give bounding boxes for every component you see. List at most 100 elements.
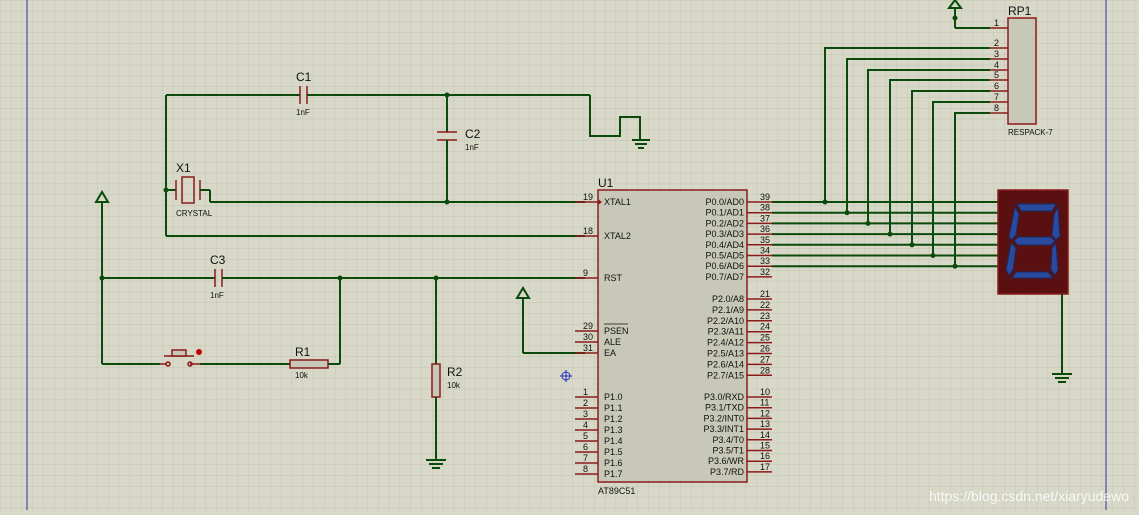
pin-name: P2.4/A12 bbox=[707, 338, 744, 348]
junction bbox=[952, 263, 958, 269]
pin-name: P0.7/AD7 bbox=[705, 272, 744, 282]
pin-number: 17 bbox=[760, 462, 770, 472]
pin-number: 7 bbox=[583, 453, 588, 463]
pin-number: 32 bbox=[760, 267, 770, 277]
pin-name: P3.0/RXD bbox=[704, 392, 745, 402]
r2-value: 10k bbox=[447, 381, 461, 390]
r1-value: 10k bbox=[295, 371, 309, 380]
c1-value: 1nF bbox=[296, 108, 310, 117]
pin-number: 12 bbox=[760, 408, 770, 418]
pin-number: 8 bbox=[583, 464, 588, 474]
junction bbox=[865, 220, 871, 226]
pin-number: 27 bbox=[760, 354, 770, 364]
pin-name: ALE bbox=[604, 337, 621, 347]
pin-name: P1.2 bbox=[604, 414, 623, 424]
schematic-svg: C1 1nF C2 1nF X1 CRYSTAL C3 1nF R1 10k R… bbox=[0, 0, 1139, 510]
pin-number: 29 bbox=[583, 321, 593, 331]
pin-number: 39 bbox=[760, 192, 770, 202]
pin-name: P3.5/T1 bbox=[712, 446, 744, 456]
pin-number: 33 bbox=[760, 256, 770, 266]
pin-number: 15 bbox=[760, 441, 770, 451]
junction bbox=[952, 15, 958, 21]
pin-number: 25 bbox=[760, 333, 770, 343]
pin-number: 11 bbox=[760, 398, 769, 408]
rp1-value: RESPACK-7 bbox=[1008, 128, 1053, 137]
pin-number: 19 bbox=[583, 192, 593, 202]
watermark-text: https://blog.csdn.net/xiaryudewo bbox=[928, 488, 1129, 504]
pin-number: 10 bbox=[760, 387, 770, 397]
pin-name: P2.5/A13 bbox=[707, 349, 744, 359]
mcu-pins-right: 39 P0.0/AD0 38 P0.1/AD1 37 P0.2/AD2 36 P0.3/AD3… bbox=[703, 192, 772, 477]
pin-number: 14 bbox=[760, 430, 770, 440]
pin-name: P1.4 bbox=[604, 436, 623, 446]
pin-number: 18 bbox=[583, 226, 593, 236]
pin-name: P2.7/A15 bbox=[707, 370, 744, 380]
pin-name: P0.1/AD1 bbox=[705, 208, 744, 218]
pin-number: 30 bbox=[583, 332, 593, 342]
pin-name: P0.3/AD3 bbox=[705, 229, 744, 239]
pin-name: XTAL2 bbox=[604, 231, 631, 241]
junction bbox=[930, 253, 936, 258]
pin-name: EA bbox=[604, 348, 616, 358]
c2-ref: C2 bbox=[465, 127, 481, 141]
c2-value: 1nF bbox=[465, 143, 479, 152]
pin-name: P3.2/INT0 bbox=[703, 413, 744, 423]
pin-number: 5 bbox=[994, 70, 999, 80]
junction bbox=[163, 187, 169, 193]
pin-number: 2 bbox=[994, 38, 999, 48]
x1-ref: X1 bbox=[176, 161, 191, 175]
pin-number: 8 bbox=[994, 103, 999, 113]
junction bbox=[444, 92, 450, 98]
u1-value: AT89C51 bbox=[598, 486, 635, 496]
pin-number: 38 bbox=[760, 203, 770, 213]
pin-number: 7 bbox=[994, 92, 999, 102]
pin-number: 3 bbox=[994, 49, 999, 59]
pin-number: 5 bbox=[583, 431, 588, 441]
pin-number: 24 bbox=[760, 322, 770, 332]
pin-name: P3.4/T0 bbox=[712, 435, 744, 445]
pin-name: P0.6/AD6 bbox=[705, 261, 744, 271]
pin-number: 4 bbox=[583, 420, 588, 430]
pin-name: P3.6/WR bbox=[708, 456, 745, 466]
rp1-ref: RP1 bbox=[1008, 4, 1032, 18]
pin-number: 34 bbox=[760, 246, 770, 256]
pin-name: PSEN bbox=[604, 326, 629, 336]
pin-name: P0.2/AD2 bbox=[705, 218, 744, 228]
pin-number: 31 bbox=[583, 343, 593, 353]
pin-name: P1.0 bbox=[604, 392, 623, 402]
schematic-canvas[interactable]: C1 1nF C2 1nF X1 CRYSTAL C3 1nF R1 10k R… bbox=[0, 0, 1139, 510]
c3-value: 1nF bbox=[210, 291, 224, 300]
junction bbox=[99, 275, 105, 281]
pin-number: 26 bbox=[760, 344, 770, 354]
r1-ref: R1 bbox=[295, 345, 311, 359]
pin-number: 28 bbox=[760, 365, 770, 375]
pin-name: P2.6/A14 bbox=[707, 359, 744, 369]
pin-number: 37 bbox=[760, 213, 770, 223]
pin-number: 21 bbox=[760, 289, 770, 299]
pin-name: P1.6 bbox=[604, 458, 623, 468]
pin-name: P3.1/TXD bbox=[705, 403, 745, 413]
pin-name: P0.4/AD4 bbox=[705, 240, 744, 250]
pin-name: P2.1/A9 bbox=[712, 305, 744, 315]
pin-name: P3.3/INT1 bbox=[703, 424, 744, 434]
pin-number: 6 bbox=[583, 442, 588, 452]
pin-number: 4 bbox=[994, 60, 999, 70]
r2-ref: R2 bbox=[447, 365, 463, 379]
pin-number: 22 bbox=[760, 300, 770, 310]
c3-ref: C3 bbox=[210, 253, 226, 267]
pin-name: P1.7 bbox=[604, 469, 623, 479]
pin-name: P0.5/AD5 bbox=[705, 251, 744, 261]
x1-value: CRYSTAL bbox=[176, 209, 213, 218]
pin-number: 6 bbox=[994, 81, 999, 91]
pin-number: 3 bbox=[583, 409, 588, 419]
pin-name: P1.3 bbox=[604, 425, 623, 435]
pin-name: P3.7/RD bbox=[710, 467, 745, 477]
junction bbox=[844, 210, 850, 216]
pin-number: 13 bbox=[760, 419, 770, 429]
pin-name: P2.3/A11 bbox=[708, 327, 744, 337]
pin-number: 36 bbox=[760, 224, 770, 234]
pin-number: 1 bbox=[994, 18, 999, 28]
pin-name: XTAL1 bbox=[604, 197, 631, 207]
pin-name: P0.0/AD0 bbox=[705, 197, 744, 207]
pin-number: 2 bbox=[583, 398, 588, 408]
